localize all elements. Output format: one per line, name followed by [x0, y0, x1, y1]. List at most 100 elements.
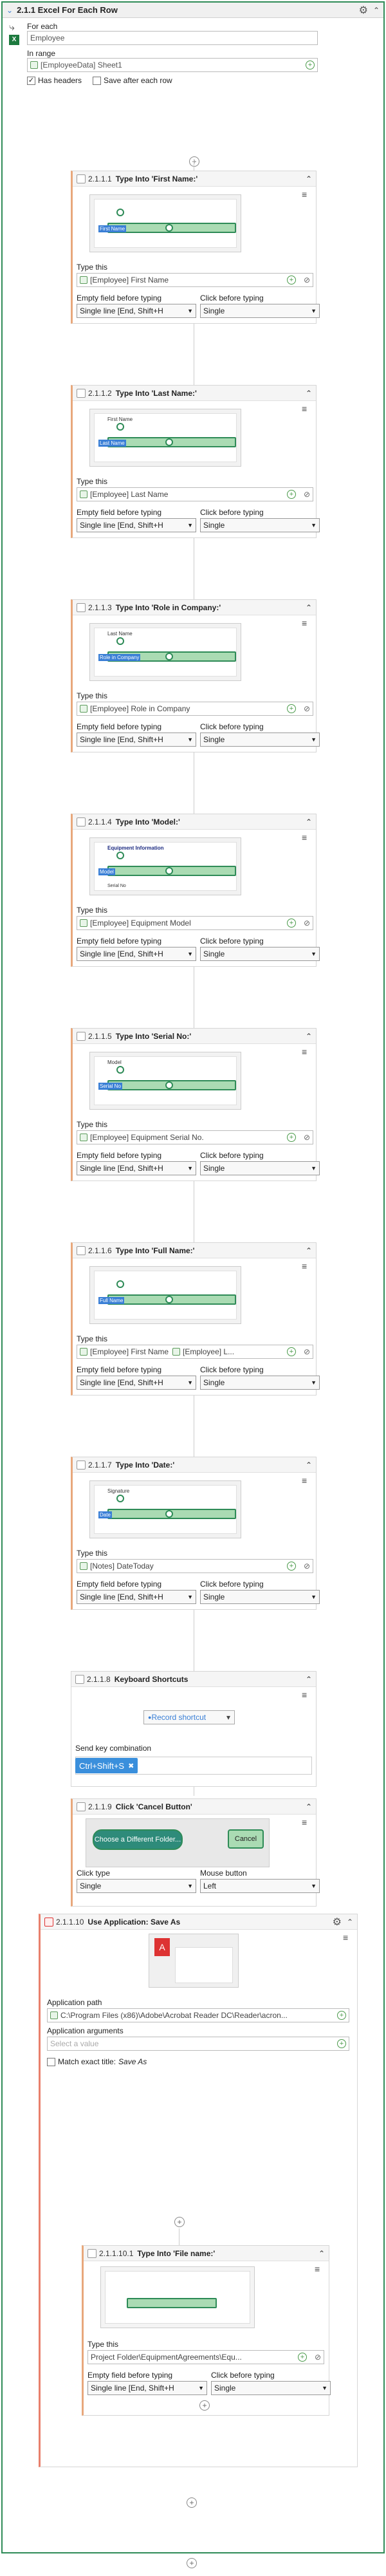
element-screenshot-thumbnail[interactable]: Last Name Role in Company [89, 623, 241, 681]
hamburger-menu-icon[interactable]: ≡ [343, 1933, 352, 1942]
add-activity-button[interactable]: + [174, 2217, 185, 2227]
activity-header[interactable]: 2.1.1.10 Use Application: Save As ⚙ ⌃ [41, 1914, 357, 1930]
add-activity-button[interactable]: + [189, 156, 199, 167]
click-before-dropdown[interactable]: Single ▼ [200, 1590, 320, 1604]
add-activity-button[interactable]: + [199, 2400, 210, 2411]
element-screenshot-thumbnail[interactable]: First Name Last Name [89, 409, 241, 467]
plus-icon[interactable]: + [287, 919, 296, 928]
type-this-input[interactable]: Project Folder\EquipmentAgreements\Equ..… [87, 2350, 324, 2364]
click-before-dropdown[interactable]: Single ▼ [200, 518, 320, 532]
eye-slash-icon[interactable]: ⊘ [304, 1347, 310, 1356]
empty-field-dropdown[interactable]: Single line [End, Shift+H ▼ [87, 2381, 207, 2395]
click-before-dropdown[interactable]: Single ▼ [200, 733, 320, 747]
type-this-input[interactable]: [Employee] Last Name + ⊘ [77, 487, 313, 501]
hamburger-menu-icon[interactable]: ≡ [302, 190, 311, 199]
mouse-button-dropdown[interactable]: Left ▼ [200, 1879, 320, 1893]
hamburger-menu-icon[interactable]: ≡ [302, 1262, 311, 1271]
type-into-activity[interactable]: 2.1.1.3 Type Into 'Role in Company:' ⌃ ≡ Las… [71, 599, 320, 752]
click-activity[interactable]: 2.1.1.9 Click 'Cancel Button' ⌃ ≡ Choose a D… [71, 1798, 320, 1907]
click-type-dropdown[interactable]: Single ▼ [77, 1879, 196, 1893]
keyboard-shortcuts-activity[interactable]: 2.1.1.8 Keyboard Shortcuts ⌃ ≡ ● Record shor… [71, 1671, 317, 1787]
eye-slash-icon[interactable]: ⊘ [304, 704, 310, 713]
element-screenshot-thumbnail[interactable]: Equipment Information Serial No Model [89, 837, 241, 895]
save-after-checkbox[interactable]: Save after each row [93, 76, 172, 86]
empty-field-dropdown[interactable]: Single line [End, Shift+H ▼ [77, 1376, 196, 1390]
hamburger-menu-icon[interactable]: ≡ [302, 1690, 311, 1699]
hamburger-menu-icon[interactable]: ≡ [315, 2264, 324, 2273]
in-range-input[interactable]: [EmployeeData] Sheet1 + [27, 58, 318, 72]
for-each-input[interactable]: Employee [27, 31, 318, 45]
eye-slash-icon[interactable]: ⊘ [304, 1562, 310, 1571]
element-screenshot-thumbnail[interactable]: Choose a Different Folder... Cancel [86, 1818, 270, 1867]
plus-icon[interactable]: + [287, 275, 296, 285]
activity-header[interactable]: 2.1.1.9 Click 'Cancel Button' ⌃ [73, 1799, 316, 1815]
empty-field-dropdown[interactable]: Single line [End, Shift+H ▼ [77, 947, 196, 961]
plus-icon[interactable]: + [287, 1347, 296, 1356]
empty-field-dropdown[interactable]: Single line [End, Shift+H ▼ [77, 518, 196, 532]
plus-icon[interactable]: + [287, 1562, 296, 1571]
type-this-input[interactable]: [Employee] Equipment Model + ⊘ [77, 916, 313, 930]
empty-field-dropdown[interactable]: Single line [End, Shift+H ▼ [77, 1590, 196, 1604]
type-this-input[interactable]: [Notes] DateToday + ⊘ [77, 1559, 313, 1573]
activity-header[interactable]: 2.1.1.4 Type Into 'Model:' ⌃ [73, 814, 316, 830]
excel-for-each-row-header[interactable]: ⌄ 2.1.1 Excel For Each Row ⚙ ⌃ [3, 3, 383, 18]
chevron-up-icon[interactable]: ⌃ [306, 1802, 312, 1811]
hamburger-menu-icon[interactable]: ≡ [302, 1047, 311, 1056]
plus-icon[interactable]: + [306, 61, 315, 70]
chevron-up-icon[interactable]: ⌃ [306, 174, 312, 183]
match-exact-title-checkbox[interactable]: Match exact title: Save As [47, 2057, 147, 2067]
hamburger-menu-icon[interactable]: ≡ [302, 1818, 311, 1827]
chevron-up-icon[interactable]: ⌃ [306, 1032, 312, 1041]
click-before-dropdown[interactable]: Single ▼ [211, 2381, 331, 2395]
gear-icon[interactable]: ⚙ [359, 4, 368, 17]
chevron-up-icon[interactable]: ⌃ [306, 389, 312, 398]
type-into-activity[interactable]: 2.1.1.5 Type Into 'Serial No:' ⌃ ≡ Model Seri… [71, 1028, 320, 1181]
element-screenshot-thumbnail[interactable] [100, 2266, 255, 2328]
type-into-activity[interactable]: 2.1.1.1 Type Into 'First Name:' ⌃ ≡ First Na… [71, 171, 320, 324]
plus-icon[interactable]: + [337, 2011, 346, 2020]
type-this-input[interactable]: [Employee] First Name + ⊘ [77, 273, 313, 287]
hamburger-menu-icon[interactable]: ≡ [302, 404, 311, 413]
eye-slash-icon[interactable]: ⊘ [315, 2353, 321, 2362]
type-into-activity[interactable]: 2.1.1.2 Type Into 'Last Name:' ⌃ ≡ First Nam… [71, 385, 320, 538]
activity-header[interactable]: 2.1.1.3 Type Into 'Role in Company:' ⌃ [73, 600, 316, 615]
activity-header[interactable]: 2.1.1.5 Type Into 'Serial No:' ⌃ [73, 1029, 316, 1044]
activity-header[interactable]: 2.1.1.6 Type Into 'Full Name:' ⌃ [73, 1243, 316, 1258]
plus-icon[interactable]: + [287, 704, 296, 713]
chevron-up-icon[interactable]: ⌃ [306, 1675, 312, 1684]
nested-type-into-activity[interactable]: 2.1.1.10.1 Type Into 'File name:' ⌃ ≡ Type t… [82, 2245, 331, 2416]
dropdown-arrow-icon[interactable]: ▾ [226, 1713, 230, 1722]
element-screenshot-thumbnail[interactable]: Model Serial No [89, 1052, 241, 1110]
click-before-dropdown[interactable]: Single ▼ [200, 1161, 320, 1175]
element-screenshot-thumbnail[interactable]: First Name [89, 194, 241, 252]
type-into-activity[interactable]: 2.1.1.4 Type Into 'Model:' ⌃ ≡ Equipment Inf… [71, 814, 320, 967]
type-this-input[interactable]: [Employee] First Name [Employee] L... + ⊘ [77, 1345, 313, 1359]
use-application-activity[interactable]: 2.1.1.10 Use Application: Save As ⚙ ⌃ ≡ A Appl… [39, 1914, 358, 2467]
chevron-up-icon[interactable]: ⌃ [306, 1246, 312, 1255]
empty-field-dropdown[interactable]: Single line [End, Shift+H ▼ [77, 1161, 196, 1175]
empty-field-dropdown[interactable]: Single line [End, Shift+H ▼ [77, 304, 196, 318]
add-activity-button[interactable]: + [187, 2497, 197, 2508]
element-screenshot-thumbnail[interactable]: Signature Date [89, 1480, 241, 1538]
activity-header[interactable]: 2.1.1.1 Type Into 'First Name:' ⌃ [73, 171, 316, 187]
add-activity-button[interactable]: + [187, 2558, 197, 2568]
gear-icon[interactable]: ⚙ [333, 1916, 342, 1928]
chevron-up-icon[interactable]: ⌃ [306, 603, 312, 612]
chevron-up-icon[interactable]: ⌃ [318, 2249, 325, 2258]
click-before-dropdown[interactable]: Single ▼ [200, 304, 320, 318]
plus-icon[interactable]: + [298, 2353, 307, 2362]
activity-header[interactable]: 2.1.1.8 Keyboard Shortcuts ⌃ [71, 1672, 316, 1687]
plus-icon[interactable]: + [287, 1133, 296, 1142]
chevron-up-icon[interactable]: ⌃ [347, 1918, 353, 1927]
chevron-up-icon[interactable]: ⌃ [373, 6, 380, 15]
plus-icon[interactable]: + [287, 490, 296, 499]
has-headers-checkbox[interactable]: ✓ Has headers [27, 76, 82, 86]
eye-slash-icon[interactable]: ⊘ [304, 919, 310, 928]
application-arguments-input[interactable]: Select a value + [47, 2037, 349, 2051]
eye-slash-icon[interactable]: ⊘ [304, 490, 310, 499]
key-combination-chip[interactable]: Ctrl+Shift+S ✖ [75, 1758, 138, 1773]
collapse-icon[interactable]: ⌄ [6, 6, 13, 15]
chevron-up-icon[interactable]: ⌃ [306, 817, 312, 826]
plus-icon[interactable]: + [337, 2039, 346, 2048]
chevron-up-icon[interactable]: ⌃ [306, 1461, 312, 1470]
